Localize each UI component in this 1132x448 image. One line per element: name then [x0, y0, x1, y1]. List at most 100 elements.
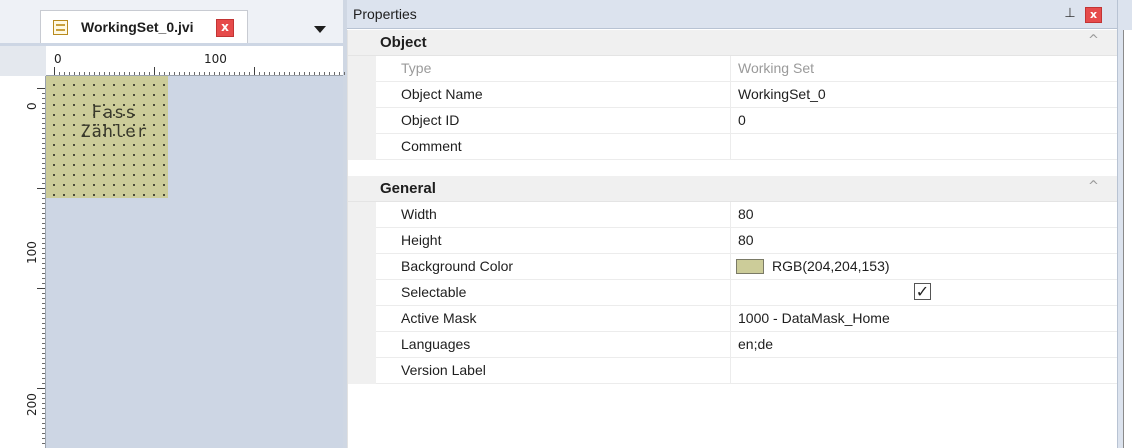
working-set-label-line2: Zähler	[80, 122, 148, 142]
ruler-label-h-100: 100	[204, 52, 227, 66]
ruler-tick	[42, 123, 45, 124]
ruler-tick	[209, 72, 210, 75]
document-tabstrip: WorkingSet_0.jvi x	[0, 0, 343, 43]
property-row-width[interactable]: Width 80	[348, 202, 1118, 228]
ruler-tick	[99, 72, 100, 75]
ruler-tick	[79, 72, 80, 75]
ruler-tick	[264, 72, 265, 75]
document-tab[interactable]: WorkingSet_0.jvi x	[40, 10, 248, 43]
ruler-tick	[42, 343, 45, 344]
ruler-tick	[42, 248, 45, 249]
color-swatch[interactable]	[736, 259, 764, 274]
ruler-tick	[42, 158, 45, 159]
property-row-object-name[interactable]: Object Name WorkingSet_0	[348, 82, 1118, 108]
property-row-selectable[interactable]: Selectable ✓	[348, 280, 1118, 306]
ruler-tick	[42, 303, 45, 304]
ruler-tick	[42, 308, 45, 309]
ruler-tick	[42, 383, 45, 384]
ruler-tick	[42, 393, 45, 394]
chevron-down-icon[interactable]	[314, 26, 326, 33]
property-row-background-color[interactable]: Background Color RGB(204,204,153)	[348, 254, 1118, 280]
ruler-tick	[42, 93, 45, 94]
vertical-ruler: 0 100 200	[0, 76, 46, 448]
ruler-tick	[42, 203, 45, 204]
ruler-tick	[42, 138, 45, 139]
property-row-comment[interactable]: Comment	[348, 134, 1118, 160]
property-value[interactable]: 80	[738, 232, 754, 248]
working-set-object[interactable]: Fass Zähler	[46, 76, 168, 198]
ruler-label-v-200: 200	[25, 393, 39, 416]
working-set-label-line1: Fass	[91, 103, 137, 123]
properties-panel: Properties ⊥ x Object ^ Type Working Set…	[347, 0, 1118, 448]
property-value[interactable]: 80	[738, 206, 754, 222]
ruler-tick	[42, 318, 45, 319]
property-name: Selectable	[401, 284, 467, 300]
ruler-tick	[344, 72, 345, 75]
chevron-up-icon[interactable]: ^	[1088, 33, 1099, 48]
ruler-tick	[154, 67, 155, 75]
property-value[interactable]: 0	[738, 112, 746, 128]
ruler-tick	[124, 72, 125, 75]
row-indent	[348, 306, 376, 332]
ruler-tick	[42, 258, 45, 259]
property-value[interactable]: WorkingSet_0	[738, 86, 826, 102]
ruler-tick	[42, 183, 45, 184]
selectable-checkbox[interactable]: ✓	[914, 283, 931, 300]
property-row-object-id[interactable]: Object ID 0	[348, 108, 1118, 134]
close-tab-button[interactable]: x	[216, 19, 234, 37]
ruler-tick	[169, 72, 170, 75]
design-canvas[interactable]: Fass Zähler	[46, 76, 343, 448]
property-grid: Object ^ Type Working Set Object Name Wo…	[347, 30, 1118, 448]
ruler-tick	[174, 72, 175, 75]
ruler-tick	[42, 213, 45, 214]
adjacent-panel-edge	[1117, 0, 1132, 448]
property-value[interactable]: RGB(204,204,153)	[772, 258, 890, 274]
row-indent	[348, 202, 376, 228]
ruler-tick	[42, 373, 45, 374]
ruler-tick	[159, 72, 160, 75]
ruler-tick	[42, 283, 45, 284]
ruler-tick	[294, 72, 295, 75]
ruler-tick	[42, 418, 45, 419]
property-row-height[interactable]: Height 80	[348, 228, 1118, 254]
column-divider	[730, 228, 731, 254]
category-object[interactable]: Object ^	[348, 30, 1118, 56]
ruler-tick	[42, 408, 45, 409]
ruler-label-v-0: 0	[25, 102, 39, 110]
ruler-tick	[119, 72, 120, 75]
property-name: Version Label	[401, 362, 486, 378]
ruler-tick	[139, 72, 140, 75]
row-indent	[348, 254, 376, 280]
ruler-tick	[42, 178, 45, 179]
ruler-tick	[284, 72, 285, 75]
pin-icon[interactable]: ⊥	[1063, 7, 1077, 21]
category-general[interactable]: General ^	[348, 176, 1118, 202]
property-value[interactable]: 1000 - DataMask_Home	[738, 310, 890, 326]
column-divider	[730, 134, 731, 160]
ruler-tick	[219, 72, 220, 75]
property-row-languages[interactable]: Languages en;de	[348, 332, 1118, 358]
document-tab-label: WorkingSet_0.jvi	[81, 19, 194, 35]
ruler-tick	[304, 72, 305, 75]
property-value[interactable]: en;de	[738, 336, 773, 352]
column-divider	[730, 82, 731, 108]
ruler-tick	[37, 88, 45, 89]
ruler-tick	[42, 323, 45, 324]
row-indent	[348, 228, 376, 254]
property-row-active-mask[interactable]: Active Mask 1000 - DataMask_Home	[348, 306, 1118, 332]
ruler-tick	[42, 273, 45, 274]
ruler-tick	[42, 433, 45, 434]
ruler-tick	[204, 72, 205, 75]
ruler-tick	[42, 333, 45, 334]
category-label: General	[380, 180, 436, 197]
document-pane: WorkingSet_0.jvi x 0 100 0 100 200 Fass …	[0, 0, 345, 448]
property-row-version-label[interactable]: Version Label	[348, 358, 1118, 384]
property-row-type: Type Working Set	[348, 56, 1118, 82]
close-properties-button[interactable]: x	[1085, 7, 1102, 23]
row-indent	[348, 108, 376, 134]
ruler-tick	[37, 288, 45, 289]
property-name: Languages	[401, 336, 471, 352]
chevron-up-icon[interactable]: ^	[1088, 179, 1099, 194]
ruler-tick	[239, 72, 240, 75]
ruler-tick	[42, 228, 45, 229]
